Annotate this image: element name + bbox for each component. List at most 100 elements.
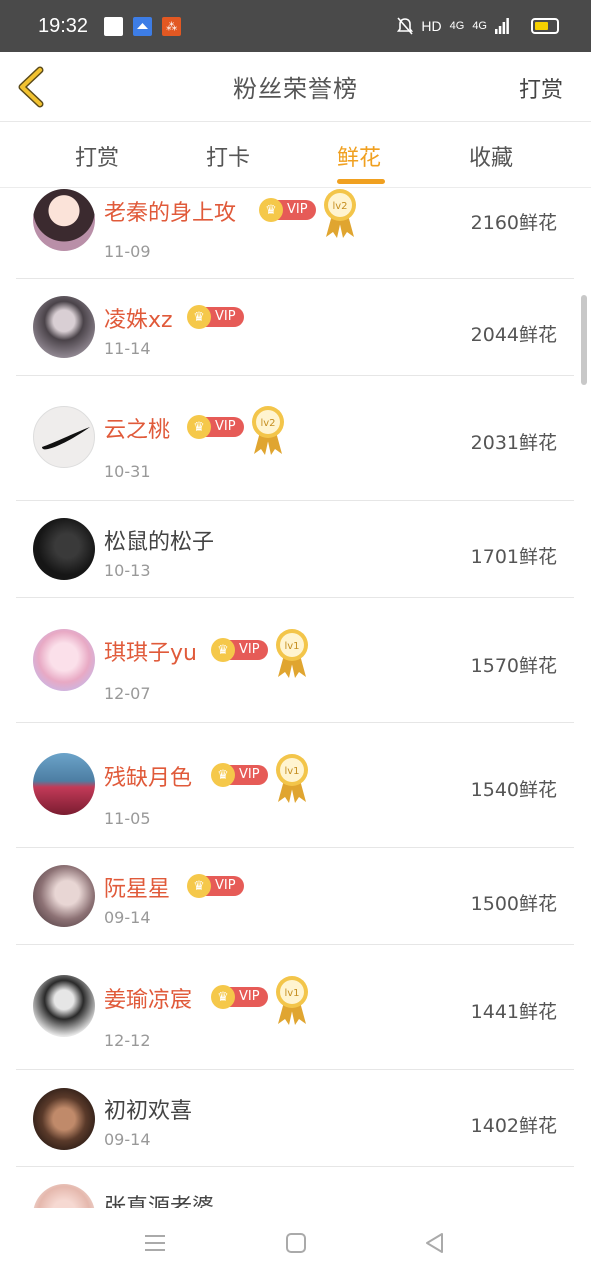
user-name: 琪琪子yu: [104, 641, 197, 666]
list-item[interactable]: 初初欢喜 09-14 1402鲜花: [16, 1070, 574, 1167]
user-name: 初初欢喜: [104, 1099, 193, 1124]
back-chevron-icon[interactable]: [14, 66, 48, 108]
user-name: 松鼠的松子: [104, 530, 215, 555]
active-tab-indicator: [337, 179, 385, 184]
nike-logo-icon: [42, 427, 90, 450]
notification-app-icon: [104, 16, 124, 36]
home-square-icon[interactable]: [283, 1230, 309, 1256]
user-name: 云之桃: [104, 418, 171, 443]
level-medal-icon: lv1: [276, 754, 308, 803]
date-label: 11-05: [104, 809, 151, 828]
date-label: 11-14: [104, 339, 151, 358]
crown-icon: ♛: [259, 198, 283, 222]
signal-4g-icon: 4G: [472, 20, 487, 32]
reward-button[interactable]: 打赏: [519, 72, 563, 104]
list-item[interactable]: 张真源老婆: [16, 1167, 574, 1208]
avatar: [33, 518, 95, 580]
avatar: [33, 629, 95, 691]
svg-text:lv1: lv1: [284, 641, 299, 652]
list-item[interactable]: 琪琪子yu ♛ VIP lv1 12-07 1570鲜花: [16, 598, 574, 723]
cloud-app-icon: [133, 16, 153, 36]
system-nav-bar: [0, 1208, 591, 1280]
bell-muted-icon: [397, 17, 414, 35]
avatar: [33, 865, 95, 927]
level-medal-icon: lv1: [276, 976, 308, 1025]
back-triangle-icon[interactable]: [422, 1230, 448, 1256]
date-label: 11-09: [104, 242, 151, 261]
date-label: 10-13: [104, 561, 151, 580]
level-medal-icon: lv2: [252, 406, 284, 455]
svg-text:lv2: lv2: [260, 418, 275, 429]
notification-icons: ⁂: [104, 16, 182, 36]
svg-text:lv1: lv1: [284, 766, 299, 777]
date-label: 10-31: [104, 462, 151, 481]
tab-bar: 打赏 打卡 鲜花 收藏: [0, 122, 591, 188]
list-item[interactable]: 姜瑜凉宸 ♛ VIP lv1 12-12 1441鲜花: [16, 945, 574, 1070]
flower-count: 2031鲜花: [470, 432, 557, 454]
list-item[interactable]: 松鼠的松子 10-13 1701鲜花: [16, 501, 574, 598]
svg-text:lv2: lv2: [332, 201, 347, 212]
vip-badge: ♛ VIP: [211, 638, 268, 662]
date-label: 09-14: [104, 908, 151, 927]
battery-icon: [531, 18, 559, 34]
menu-icon[interactable]: [142, 1230, 168, 1256]
crown-icon: ♛: [187, 415, 211, 439]
user-name: 老秦的身上攻: [104, 201, 237, 226]
crown-icon: ♛: [211, 763, 235, 787]
date-label: 09-14: [104, 1130, 151, 1149]
user-name: 阮星星: [104, 877, 171, 902]
user-name: 张真源老婆: [104, 1195, 215, 1208]
vip-badge: ♛ VIP: [187, 874, 244, 898]
vip-badge: ♛ VIP: [259, 198, 316, 222]
video-app-icon: ⁂: [162, 16, 182, 36]
fan-ranking-list[interactable]: 老秦的身上攻 ♛ VIP lv2 11-09 2160鲜花 凌姝xz ♛ VIP: [0, 189, 591, 1208]
status-time: 19:32: [38, 14, 89, 37]
avatar: [33, 1088, 95, 1150]
avatar: [33, 189, 95, 251]
avatar: [33, 406, 95, 468]
crown-icon: ♛: [187, 874, 211, 898]
tab-reward[interactable]: 打赏: [75, 140, 119, 172]
svg-text:lv1: lv1: [284, 988, 299, 999]
crown-icon: ♛: [187, 305, 211, 329]
avatar: [33, 975, 95, 1037]
level-medal-icon: lv2: [324, 189, 356, 238]
flower-count: 1540鲜花: [470, 779, 557, 801]
hd-indicator: HD: [421, 18, 442, 34]
list-item[interactable]: 云之桃 ♛ VIP lv2 10-31 2031鲜花: [16, 376, 574, 501]
vip-badge: ♛ VIP: [211, 985, 268, 1009]
signal-4g-icon: 4G: [449, 20, 465, 32]
flower-count: 2044鲜花: [470, 324, 557, 346]
flower-count: 1441鲜花: [470, 1001, 557, 1023]
crown-icon: ♛: [211, 985, 235, 1009]
user-name: 凌姝xz: [104, 308, 173, 333]
avatar: [33, 296, 95, 358]
status-bar: 19:32 ⁂ HD 4G 4G: [0, 0, 591, 52]
list-item[interactable]: 凌姝xz ♛ VIP 11-14 2044鲜花: [16, 279, 574, 376]
page-header: 粉丝荣誉榜 打赏: [0, 52, 591, 122]
avatar: [33, 753, 95, 815]
date-label: 12-12: [104, 1031, 151, 1050]
date-label: 12-07: [104, 684, 151, 703]
vip-badge: ♛ VIP: [187, 415, 244, 439]
flower-count: 1570鲜花: [470, 655, 557, 677]
tab-favorites[interactable]: 收藏: [469, 140, 513, 172]
list-item[interactable]: 阮星星 ♛ VIP 09-14 1500鲜花: [16, 848, 574, 945]
flower-count: 1500鲜花: [470, 893, 557, 915]
flower-count: 2160鲜花: [470, 212, 557, 234]
user-name: 姜瑜凉宸: [104, 988, 193, 1013]
signal-bars-icon: [495, 18, 509, 34]
flower-count: 1701鲜花: [470, 546, 557, 568]
level-medal-icon: lv1: [276, 629, 308, 678]
scrollbar[interactable]: [581, 295, 587, 385]
list-item[interactable]: 老秦的身上攻 ♛ VIP lv2 11-09 2160鲜花: [16, 189, 574, 279]
page-title: 粉丝荣誉榜: [233, 75, 358, 103]
vip-badge: ♛ VIP: [187, 305, 244, 329]
system-status: HD 4G 4G: [397, 17, 559, 35]
list-item[interactable]: 残缺月色 ♛ VIP lv1 11-05 1540鲜花: [16, 723, 574, 848]
vip-badge: ♛ VIP: [211, 763, 268, 787]
user-name: 残缺月色: [104, 766, 193, 791]
tab-flowers[interactable]: 鲜花: [337, 140, 381, 172]
crown-icon: ♛: [211, 638, 235, 662]
tab-checkin[interactable]: 打卡: [206, 140, 250, 172]
